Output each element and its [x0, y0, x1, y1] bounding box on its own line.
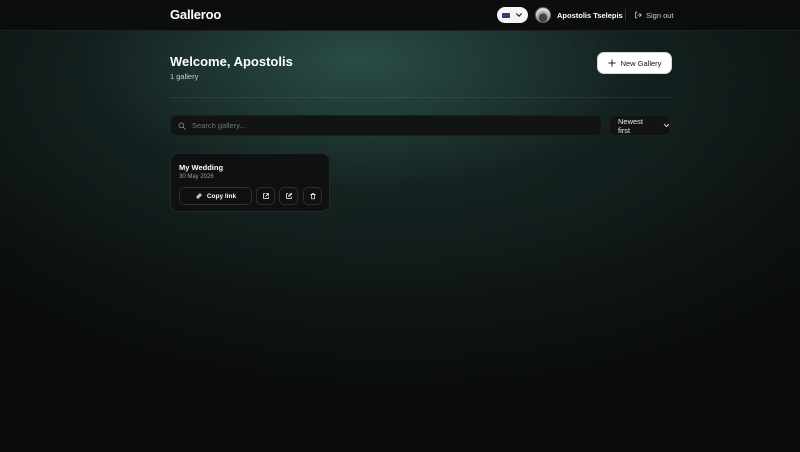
gallery-card[interactable]: My Wedding 30 May 2026 Copy link: [170, 153, 330, 212]
sort-label: Newest first: [618, 116, 644, 135]
gallery-count: 1 gallery: [170, 72, 199, 81]
top-navigation-bar: Galleroo Apostolis Tselepis Sign out: [0, 0, 800, 31]
delete-gallery-button[interactable]: [303, 187, 322, 205]
copy-link-button[interactable]: Copy link: [179, 187, 252, 205]
header-divider: [625, 9, 626, 21]
sort-select[interactable]: Newest first: [609, 115, 671, 136]
new-gallery-label: New Gallery: [620, 58, 662, 68]
user-avatar[interactable]: [535, 7, 551, 23]
section-divider: [170, 97, 672, 98]
search-bar[interactable]: [170, 115, 602, 136]
plus-icon: [607, 59, 616, 67]
new-gallery-button[interactable]: New Gallery: [597, 52, 672, 74]
link-icon: [196, 193, 202, 199]
chevron-down-icon: [663, 123, 670, 128]
search-icon: [178, 122, 186, 130]
copy-link-label: Copy link: [206, 192, 237, 200]
external-link-icon: [262, 193, 269, 199]
user-name: Apostolis Tselepis: [557, 11, 623, 20]
trash-icon: [309, 193, 316, 200]
chevron-down-icon: [516, 13, 522, 17]
gallery-title[interactable]: My Wedding: [179, 163, 223, 172]
uk-flag-icon: [502, 12, 510, 18]
search-input[interactable]: [192, 121, 582, 130]
sign-out-button[interactable]: Sign out: [634, 8, 674, 22]
edit-gallery-button[interactable]: [279, 187, 298, 205]
brand-logo[interactable]: Galleroo: [170, 7, 221, 22]
open-gallery-button[interactable]: [256, 187, 275, 205]
sign-out-label: Sign out: [646, 10, 674, 20]
sign-out-icon: [635, 11, 642, 19]
gallery-date: 30 May 2026: [179, 174, 214, 180]
edit-icon: [285, 192, 292, 199]
page-title: Welcome, Apostolis: [170, 54, 293, 69]
language-selector[interactable]: [497, 7, 528, 23]
